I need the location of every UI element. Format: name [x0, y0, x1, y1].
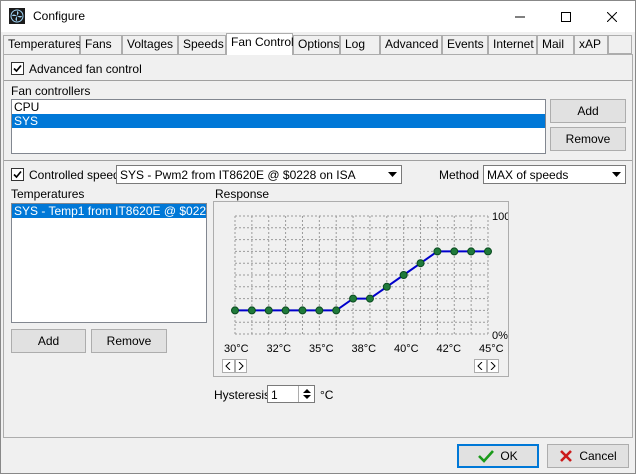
tab-options[interactable]: Options: [293, 35, 340, 54]
curve-point[interactable]: [433, 247, 442, 256]
x-axis-tick-label: 35°C: [309, 343, 334, 355]
temperatures-label: Temperatures: [11, 187, 85, 201]
tab-xap[interactable]: xAP: [574, 35, 608, 54]
minimize-icon: [515, 16, 525, 17]
hysteresis-value: 1: [271, 388, 278, 402]
remove-temperature-button[interactable]: Remove: [91, 329, 167, 353]
curve-point[interactable]: [349, 294, 358, 303]
response-chart-svg: 100% 0% 30°C 32°C 35°C 38°C 40°C 42°C 45°C: [224, 211, 508, 355]
chevron-down-icon: [384, 166, 401, 183]
ok-label: OK: [500, 449, 518, 463]
checkmark-icon: [13, 170, 22, 179]
tab-temperatures[interactable]: Temperatures: [3, 35, 81, 54]
maximize-icon: [561, 11, 571, 22]
curve-point[interactable]: [332, 306, 341, 315]
list-item[interactable]: SYS: [12, 114, 545, 128]
checkmark-icon: [478, 450, 495, 463]
method-value: MAX of speeds: [487, 168, 569, 182]
configure-window: Configure Temperatures Fans Voltages Spe…: [0, 0, 636, 474]
x-axis-tick-label: 30°C: [224, 343, 249, 355]
x-axis-tick-label: 40°C: [394, 343, 419, 355]
curve-point[interactable]: [484, 247, 492, 256]
tab-voltages[interactable]: Voltages: [122, 35, 178, 54]
x-axis-tick-label: 45°C: [479, 343, 504, 355]
chevron-right-icon[interactable]: [234, 359, 247, 373]
controlled-speed-label: Controlled speed: [29, 168, 120, 182]
fan-controllers-list[interactable]: CPU SYS: [11, 99, 546, 154]
tab-mail[interactable]: Mail: [537, 35, 574, 54]
close-icon: [560, 450, 573, 462]
advanced-fan-control-checkbox[interactable]: [11, 62, 24, 75]
tab-speeds[interactable]: Speeds: [178, 35, 226, 54]
cancel-label: Cancel: [579, 449, 617, 463]
curve-point[interactable]: [281, 306, 290, 315]
controlled-speed-checkbox[interactable]: [11, 168, 24, 181]
x-axis-tick-label: 42°C: [437, 343, 462, 355]
response-label: Response: [215, 187, 270, 201]
tab-log[interactable]: Log: [340, 35, 380, 54]
minimize-button[interactable]: [497, 1, 543, 32]
temperatures-list[interactable]: SYS - Temp1 from IT8620E @ $0228 on ISA: [11, 203, 207, 323]
tab-fans[interactable]: Fans: [80, 35, 122, 54]
curve-point[interactable]: [382, 282, 391, 291]
method-label: Method: [439, 168, 480, 182]
y-axis-bottom-label: 0%: [492, 330, 508, 342]
tab-scroll[interactable]: [608, 35, 632, 54]
window-title: Configure: [33, 9, 86, 23]
maximize-button[interactable]: [543, 1, 589, 32]
response-curve: [235, 250, 488, 312]
chevron-right-icon[interactable]: [486, 359, 499, 373]
curve-point[interactable]: [264, 306, 273, 315]
hysteresis-unit: °C: [320, 388, 334, 402]
response-chart: 100% 0% 30°C 32°C 35°C 38°C 40°C 42°C 45°C: [213, 201, 509, 377]
controlled-speed-value: SYS - Pwm2 from IT8620E @ $0228 on ISA: [120, 168, 356, 182]
tab-advanced[interactable]: Advanced: [380, 35, 442, 54]
checkmark-icon: [13, 64, 22, 73]
curve-point[interactable]: [231, 306, 239, 315]
add-temperature-button[interactable]: Add: [11, 329, 86, 353]
x-axis-tick-label: 32°C: [267, 343, 292, 355]
curve-point[interactable]: [247, 306, 256, 315]
curve-point[interactable]: [298, 306, 307, 315]
separator: [4, 160, 632, 161]
hysteresis-spinner[interactable]: 1: [267, 385, 315, 403]
curve-point[interactable]: [416, 259, 425, 268]
add-fan-controller-button[interactable]: Add: [550, 99, 626, 123]
separator: [4, 80, 632, 81]
spinner-arrows-icon[interactable]: [298, 386, 314, 402]
list-item[interactable]: CPU: [12, 100, 545, 114]
curve-point[interactable]: [450, 247, 459, 256]
chevron-left-icon[interactable]: [474, 359, 487, 373]
list-item[interactable]: SYS - Temp1 from IT8620E @ $0228 on ISA: [12, 204, 206, 218]
hysteresis-label: Hysteresis: [214, 388, 271, 402]
curve-point[interactable]: [399, 271, 408, 279]
remove-fan-controller-button[interactable]: Remove: [550, 127, 626, 151]
close-icon: [607, 11, 617, 22]
dialog-footer: OK Cancel: [1, 439, 635, 473]
curve-point[interactable]: [315, 306, 324, 315]
close-button[interactable]: [589, 1, 635, 32]
chevron-left-icon[interactable]: [222, 359, 235, 373]
left-scroll-buttons: [222, 359, 247, 373]
controlled-speed-select[interactable]: SYS - Pwm2 from IT8620E @ $0228 on ISA: [116, 165, 402, 184]
method-select[interactable]: MAX of speeds: [483, 165, 626, 184]
cancel-button[interactable]: Cancel: [547, 444, 629, 468]
tab-events[interactable]: Events: [442, 35, 488, 54]
x-axis-tick-label: 38°C: [352, 343, 377, 355]
title-bar: Configure: [1, 1, 635, 32]
fan-app-icon: [9, 8, 25, 24]
curve-point[interactable]: [365, 294, 374, 303]
fan-controllers-label: Fan controllers: [11, 84, 91, 98]
y-axis-top-label: 100%: [492, 211, 508, 223]
tab-fan-control[interactable]: Fan Control: [226, 33, 294, 55]
tab-internet[interactable]: Internet: [488, 35, 537, 54]
ok-button[interactable]: OK: [457, 444, 539, 468]
right-scroll-buttons: [474, 359, 499, 373]
curve-point[interactable]: [467, 247, 476, 256]
chevron-down-icon: [608, 166, 625, 183]
advanced-fan-control-label: Advanced fan control: [29, 62, 142, 76]
